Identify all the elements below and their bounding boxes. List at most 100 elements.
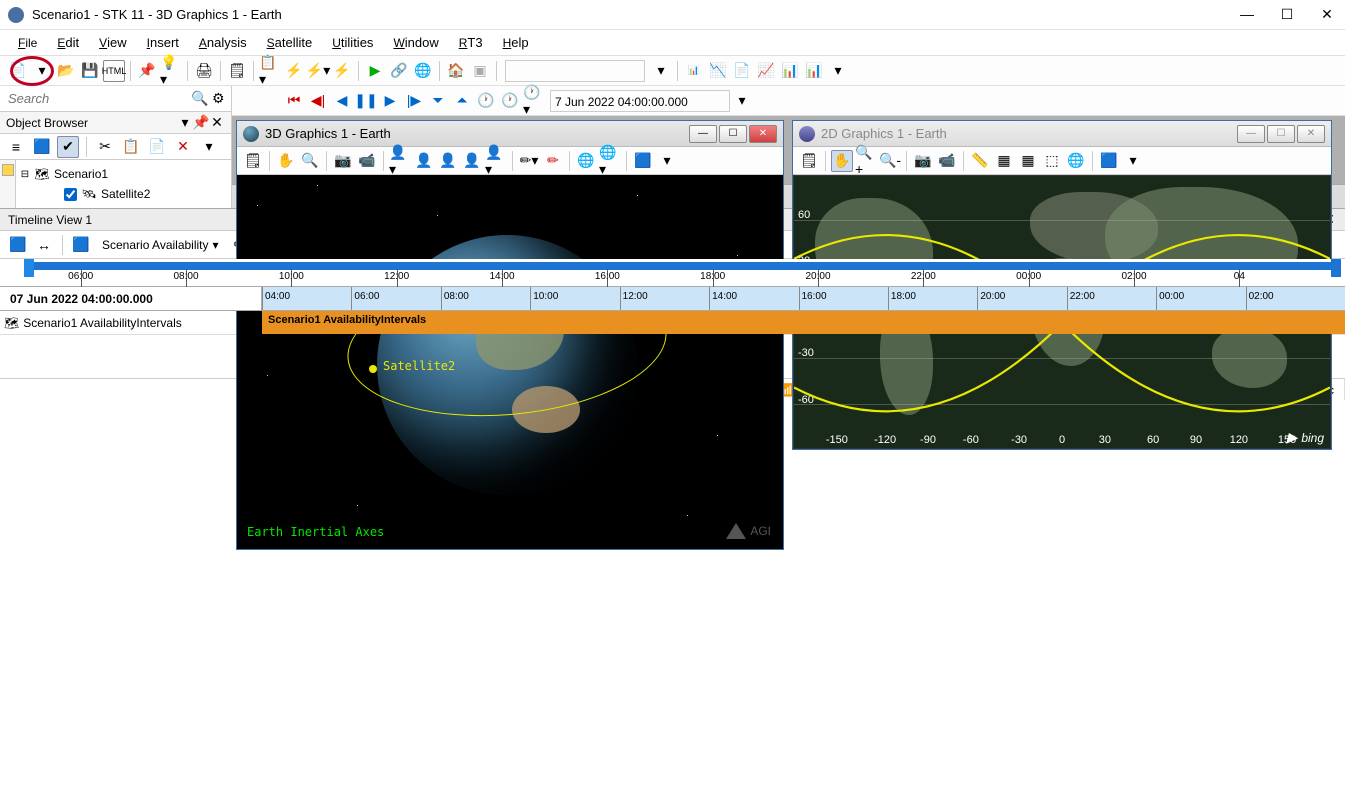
new-scenario-icon[interactable]: 📄 (7, 60, 29, 82)
no-chart-icon[interactable]: 📉 (707, 60, 729, 82)
anim-sync-icon[interactable]: 🕐▾ (523, 90, 545, 112)
w3d-globe-icon[interactable]: 🌐 (575, 150, 597, 172)
print-icon[interactable]: 🖨 (193, 60, 215, 82)
w2d-scale-icon[interactable]: ⬚ (1041, 150, 1063, 172)
globe-refresh-icon[interactable]: 🌐 (412, 60, 434, 82)
w3d-view2-icon[interactable]: 👤 (413, 150, 435, 172)
w3d-pencil-red-icon[interactable]: ✏ (542, 150, 564, 172)
w3d-globe2-icon[interactable]: 🌐▾ (599, 150, 621, 172)
side-square-icon[interactable] (2, 164, 14, 176)
search-clear-icon[interactable]: 🔍 (191, 88, 208, 110)
menu-rt3[interactable]: RT3 (451, 33, 491, 52)
w2d-camera-icon[interactable]: 📷 (912, 150, 934, 172)
bolt-new-icon[interactable]: ⚡ (283, 60, 305, 82)
bolt-alt-icon[interactable]: ⚡ (331, 60, 353, 82)
w2d-video-icon[interactable]: 📹 (936, 150, 958, 172)
report-icon[interactable]: 📄 (731, 60, 753, 82)
flag-green-icon[interactable]: ▶ (364, 60, 386, 82)
w3d-pan-icon[interactable]: ✋ (275, 150, 297, 172)
animation-time-display[interactable]: 7 Jun 2022 04:00:00.000 (550, 90, 730, 112)
w2d-measure-icon[interactable]: 📏 (969, 150, 991, 172)
menu-analysis[interactable]: Analysis (191, 33, 255, 52)
w2d-note-icon[interactable]: 🗒 (798, 150, 820, 172)
ob-color-icon[interactable]: 🟦 (31, 136, 53, 158)
satellite-checkbox[interactable] (64, 188, 77, 201)
anim-faster-icon[interactable]: ⏶ (451, 90, 473, 112)
timeline-ruler-2-area[interactable]: 04:0006:0008:0010:0012:0014:0016:0018:00… (262, 287, 1345, 310)
chart-blue-icon[interactable]: 📊 (779, 60, 801, 82)
anim-slower-icon[interactable]: ⏷ (427, 90, 449, 112)
w3d-pencil-icon[interactable]: ✏▾ (518, 150, 540, 172)
w3d-video-icon[interactable]: 📹 (356, 150, 378, 172)
ob-delete-icon[interactable]: ✕ (172, 136, 194, 158)
w3d-note-icon[interactable]: 🗒 (242, 150, 264, 172)
html-icon[interactable]: HTML (103, 60, 125, 82)
menu-insert[interactable]: Insert (139, 33, 187, 52)
win3d-maximize[interactable]: ☐ (719, 125, 747, 143)
tree-collapse-icon[interactable]: ⊟ (20, 169, 30, 180)
ob-check-icon[interactable]: ✔ (57, 136, 79, 158)
tl-range-icon[interactable]: 🟦 (70, 234, 92, 256)
menu-file[interactable]: File (10, 33, 45, 52)
win3d-close[interactable]: ✕ (749, 125, 777, 143)
win2d-maximize[interactable]: ☐ (1267, 125, 1295, 143)
scenario-range-bar[interactable] (28, 262, 1337, 270)
w3d-end-drop[interactable]: ▾ (656, 150, 678, 172)
win3d-minimize[interactable]: — (689, 125, 717, 143)
w2d-end-drop[interactable]: ▾ (1122, 150, 1144, 172)
w2d-grid-icon[interactable]: ▦ (993, 150, 1015, 172)
anim-reset-icon[interactable]: ⏮ (283, 90, 305, 112)
toolbar-end-drop[interactable]: ▾ (827, 60, 849, 82)
box-icon[interactable]: ▣ (469, 60, 491, 82)
panel-pin-icon[interactable]: 📌 (194, 112, 208, 134)
anim-play-icon[interactable]: ▶ (379, 90, 401, 112)
w3d-view5-icon[interactable]: 👤▾ (485, 150, 507, 172)
ob-cut-icon[interactable]: ✂ (94, 136, 116, 158)
insert-object-icon[interactable]: 📋▾ (259, 60, 281, 82)
w2d-zoomout-icon[interactable]: 🔍- (879, 150, 901, 172)
maximize-button[interactable]: ☐ (1277, 6, 1297, 23)
win2d-minimize[interactable]: — (1237, 125, 1265, 143)
win3d-viewport[interactable]: Satellite2 Earth Inertial Axes AGI (237, 175, 783, 549)
lightbulb-icon[interactable]: 💡▾ (160, 60, 182, 82)
close-button[interactable]: ✕ (1317, 6, 1337, 23)
w3d-box-icon[interactable]: 🟦 (632, 150, 654, 172)
win3d-titlebar[interactable]: 3D Graphics 1 - Earth — ☐ ✕ (237, 121, 783, 147)
note-icon[interactable]: 🗒 (226, 60, 248, 82)
tl-refresh-icon[interactable]: 🟦 (7, 234, 29, 256)
panel-drop-icon[interactable]: ▾ (178, 112, 192, 134)
chart-red-icon[interactable]: 📊 (803, 60, 825, 82)
anim-reverse-icon[interactable]: ◀ (331, 90, 353, 112)
flag-link-icon[interactable]: 🔗 (388, 60, 410, 82)
timeline-current-marker[interactable] (24, 259, 34, 277)
search-input[interactable] (4, 89, 190, 108)
tree-row-scenario[interactable]: ⊟ 🗺 Scenario1 (20, 164, 227, 184)
w2d-globe-icon[interactable]: 🌐 (1065, 150, 1087, 172)
w2d-pan-icon[interactable]: ✋ (831, 150, 853, 172)
w3d-view4-icon[interactable]: 👤 (461, 150, 483, 172)
toolbar-dropdown-end[interactable]: ▾ (650, 60, 672, 82)
timeline-row-label-cell[interactable]: 🗺 Scenario1 AvailabilityIntervals 👁 (0, 311, 262, 334)
menu-edit[interactable]: Edit (49, 33, 87, 52)
w3d-view1-icon[interactable]: 👤▾ (389, 150, 411, 172)
open-icon[interactable]: 📂 (55, 60, 77, 82)
w2d-zoomin-icon[interactable]: 🔍+ (855, 150, 877, 172)
menu-view[interactable]: View (91, 33, 135, 52)
panel-close-icon[interactable]: ✕ (210, 112, 224, 134)
anim-realtime-icon[interactable]: 🕐 (475, 90, 497, 112)
chart-pink-icon[interactable]: 📈 (755, 60, 777, 82)
bolt-dropdown-icon[interactable]: ⚡▾ (307, 60, 329, 82)
ob-paste-icon[interactable]: 📄 (146, 136, 168, 158)
w3d-view3-icon[interactable]: 👤 (437, 150, 459, 172)
anim-pause-icon[interactable]: ❚❚ (355, 90, 377, 112)
toolbar-dropdown-icon[interactable]: ▾ (31, 60, 53, 82)
menu-utilities[interactable]: Utilities (324, 33, 381, 52)
home-icon[interactable]: 🏠 (445, 60, 467, 82)
object-class-dropdown[interactable] (505, 60, 645, 82)
pin-icon[interactable]: 📌 (136, 60, 158, 82)
anim-xrealtime-icon[interactable]: 🕐 (499, 90, 521, 112)
timeline-ruler-top[interactable]: 06:0008:0010:0012:0014:0016:0018:0020:00… (0, 259, 1345, 287)
menu-window[interactable]: Window (385, 33, 446, 52)
ob-hierarchy-icon[interactable]: ≡ (5, 136, 27, 158)
menu-satellite[interactable]: Satellite (259, 33, 321, 52)
